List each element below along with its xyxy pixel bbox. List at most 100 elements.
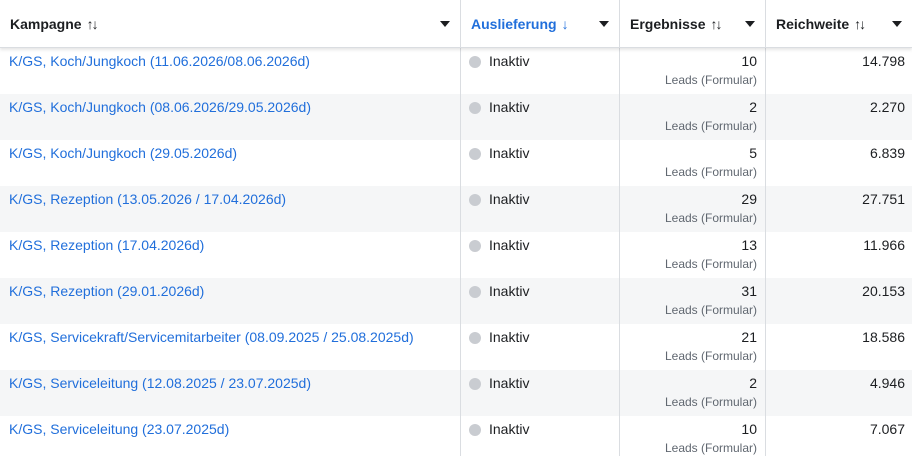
results-value: 2 xyxy=(749,99,757,115)
results-value: 31 xyxy=(741,283,757,299)
column-header-label: Reichweite xyxy=(776,16,850,32)
campaign-cell: K/GS, Koch/Jungkoch (29.05.2026d) xyxy=(0,140,461,186)
campaign-cell: K/GS, Serviceleitung (23.07.2025d) xyxy=(0,416,461,456)
reach-cell: 27.751 xyxy=(766,186,912,232)
reach-cell: 6.839 xyxy=(766,140,912,186)
delivery-status: Inaktiv xyxy=(489,283,530,299)
delivery-cell: Inaktiv xyxy=(461,48,620,94)
results-cell: 5 Leads (Formular) xyxy=(620,140,766,186)
campaign-name-link[interactable]: K/GS, Rezeption (29.01.2026d) xyxy=(9,283,204,300)
caret-down-icon[interactable] xyxy=(892,21,902,27)
campaign-cell: K/GS, Servicekraft/Servicemitarbeiter (0… xyxy=(0,324,461,370)
table-row[interactable]: K/GS, Serviceleitung (12.08.2025 / 23.07… xyxy=(0,370,912,416)
campaign-name-link[interactable]: K/GS, Serviceleitung (12.08.2025 / 23.07… xyxy=(9,375,311,392)
status-dot-icon xyxy=(469,332,481,344)
results-value: 21 xyxy=(741,329,757,345)
reach-cell: 14.798 xyxy=(766,48,912,94)
campaign-name-link[interactable]: K/GS, Rezeption (17.04.2026d) xyxy=(9,237,204,254)
results-value: 13 xyxy=(741,237,757,253)
caret-down-icon[interactable] xyxy=(440,21,450,27)
column-header-delivery[interactable]: Auslieferung ↓ xyxy=(461,0,620,48)
column-header-reach[interactable]: Reichweite ↑↓ xyxy=(766,0,912,48)
campaign-name-link[interactable]: K/GS, Koch/Jungkoch (11.06.2026/08.06.20… xyxy=(9,53,310,70)
table-row[interactable]: K/GS, Rezeption (29.01.2026d) Inaktiv 31 Le… xyxy=(0,278,912,324)
reach-value: 7.067 xyxy=(869,421,905,437)
reach-cell: 11.966 xyxy=(766,232,912,278)
status-dot-icon xyxy=(469,286,481,298)
campaign-cell: K/GS, Rezeption (29.01.2026d) xyxy=(0,278,461,324)
sort-arrows-icon[interactable]: ↑↓ xyxy=(854,16,866,32)
results-value: 10 xyxy=(741,421,757,437)
table-row[interactable]: K/GS, Serviceleitung (23.07.2025d) Inakti… xyxy=(0,416,912,456)
reach-value: 2.270 xyxy=(869,99,905,115)
table-header: Kampagne ↑↓ Auslieferung ↓ Ergebnisse ↑↓… xyxy=(0,0,912,48)
results-unit: Leads (Formular) xyxy=(664,119,757,133)
status-dot-icon xyxy=(469,56,481,68)
results-cell: 2 Leads (Formular) xyxy=(620,370,766,416)
caret-down-icon[interactable] xyxy=(599,21,609,27)
caret-down-icon[interactable] xyxy=(745,21,755,27)
results-cell: 31 Leads (Formular) xyxy=(620,278,766,324)
table-row[interactable]: K/GS, Rezeption (13.05.2026 / 17.04.2026… xyxy=(0,186,912,232)
campaign-table: Kampagne ↑↓ Auslieferung ↓ Ergebnisse ↑↓… xyxy=(0,0,912,456)
table-row[interactable]: K/GS, Koch/Jungkoch (11.06.2026/08.06.20… xyxy=(0,48,912,94)
delivery-status: Inaktiv xyxy=(489,237,530,253)
campaign-cell: K/GS, Rezeption (13.05.2026 / 17.04.2026… xyxy=(0,186,461,232)
results-cell: 29 Leads (Formular) xyxy=(620,186,766,232)
reach-value: 11.966 xyxy=(863,237,905,253)
results-value: 2 xyxy=(749,375,757,391)
status-dot-icon xyxy=(469,424,481,436)
reach-cell: 20.153 xyxy=(766,278,912,324)
results-cell: 13 Leads (Formular) xyxy=(620,232,766,278)
delivery-cell: Inaktiv xyxy=(461,324,620,370)
delivery-cell: Inaktiv xyxy=(461,370,620,416)
campaign-name-link[interactable]: K/GS, Koch/Jungkoch (08.06.2026/29.05.20… xyxy=(9,99,311,116)
table-body: K/GS, Koch/Jungkoch (11.06.2026/08.06.20… xyxy=(0,48,912,456)
campaign-cell: K/GS, Rezeption (17.04.2026d) xyxy=(0,232,461,278)
results-value: 10 xyxy=(741,53,757,69)
delivery-cell: Inaktiv xyxy=(461,416,620,456)
reach-value: 14.798 xyxy=(862,53,905,69)
delivery-cell: Inaktiv xyxy=(461,94,620,140)
campaign-cell: K/GS, Koch/Jungkoch (08.06.2026/29.05.20… xyxy=(0,94,461,140)
table-row[interactable]: K/GS, Servicekraft/Servicemitarbeiter (0… xyxy=(0,324,912,370)
sort-arrows-icon[interactable]: ↑↓ xyxy=(710,16,722,32)
results-cell: 10 Leads (Formular) xyxy=(620,48,766,94)
campaign-name-link[interactable]: K/GS, Serviceleitung (23.07.2025d) xyxy=(9,421,229,438)
campaign-name-link[interactable]: K/GS, Rezeption (13.05.2026 / 17.04.2026… xyxy=(9,191,286,208)
results-cell: 2 Leads (Formular) xyxy=(620,94,766,140)
reach-cell: 7.067 xyxy=(766,416,912,456)
column-header-label: Auslieferung xyxy=(471,16,557,32)
results-unit: Leads (Formular) xyxy=(664,257,757,271)
sort-arrows-icon[interactable]: ↑↓ xyxy=(87,16,99,32)
delivery-cell: Inaktiv xyxy=(461,140,620,186)
status-dot-icon xyxy=(469,194,481,206)
column-header-results[interactable]: Ergebnisse ↑↓ xyxy=(620,0,766,48)
delivery-cell: Inaktiv xyxy=(461,232,620,278)
results-unit: Leads (Formular) xyxy=(664,303,757,317)
campaign-cell: K/GS, Koch/Jungkoch (11.06.2026/08.06.20… xyxy=(0,48,461,94)
results-unit: Leads (Formular) xyxy=(664,211,757,225)
table-row[interactable]: K/GS, Koch/Jungkoch (08.06.2026/29.05.20… xyxy=(0,94,912,140)
results-unit: Leads (Formular) xyxy=(664,395,757,409)
campaign-cell: K/GS, Serviceleitung (12.08.2025 / 23.07… xyxy=(0,370,461,416)
campaign-name-link[interactable]: K/GS, Koch/Jungkoch (29.05.2026d) xyxy=(9,145,237,162)
table-row[interactable]: K/GS, Koch/Jungkoch (29.05.2026d) Inaktiv… xyxy=(0,140,912,186)
results-unit: Leads (Formular) xyxy=(664,349,757,363)
column-header-campaign[interactable]: Kampagne ↑↓ xyxy=(0,0,461,48)
status-dot-icon xyxy=(469,378,481,390)
reach-value: 27.751 xyxy=(862,191,905,207)
status-dot-icon xyxy=(469,102,481,114)
table-row[interactable]: K/GS, Rezeption (17.04.2026d) Inaktiv 13 Le… xyxy=(0,232,912,278)
reach-cell: 18.586 xyxy=(766,324,912,370)
reach-value: 18.586 xyxy=(862,329,905,345)
delivery-status: Inaktiv xyxy=(489,329,530,345)
arrow-down-icon[interactable]: ↓ xyxy=(562,16,569,32)
reach-cell: 2.270 xyxy=(766,94,912,140)
delivery-cell: Inaktiv xyxy=(461,278,620,324)
delivery-cell: Inaktiv xyxy=(461,186,620,232)
reach-cell: 4.946 xyxy=(766,370,912,416)
campaign-name-link[interactable]: K/GS, Servicekraft/Servicemitarbeiter (0… xyxy=(9,329,414,346)
column-header-label: Ergebnisse xyxy=(630,16,706,32)
delivery-status: Inaktiv xyxy=(489,53,530,69)
